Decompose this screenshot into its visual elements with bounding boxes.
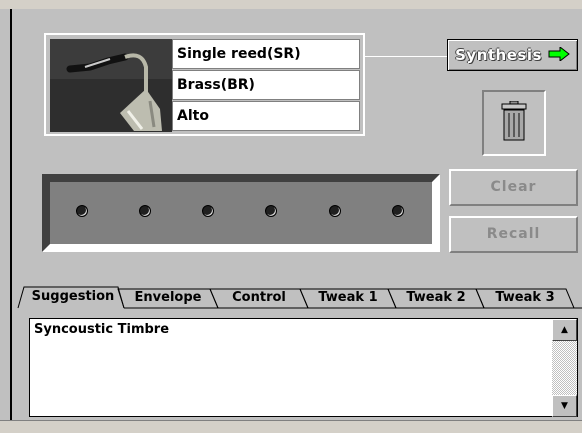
tab-tweak-1-label: Tweak 1 bbox=[318, 290, 378, 305]
scroll-up-button[interactable]: ▲ bbox=[552, 319, 577, 341]
window-bottom-strip bbox=[0, 420, 582, 433]
synthesis-button[interactable]: Synthesis bbox=[447, 39, 578, 71]
clear-button[interactable]: Clear bbox=[449, 169, 578, 206]
indicator-dot-4[interactable] bbox=[265, 205, 277, 217]
saxophone-image bbox=[50, 39, 172, 132]
tab-control[interactable]: Control bbox=[214, 289, 304, 309]
tab-control-label: Control bbox=[232, 290, 286, 305]
green-right-arrow-icon bbox=[548, 45, 570, 65]
indicator-panel bbox=[42, 174, 440, 252]
indicator-dot-5[interactable] bbox=[329, 205, 341, 217]
instrument-photo bbox=[50, 39, 172, 132]
tab-tweak-2-label: Tweak 2 bbox=[406, 290, 466, 305]
tab-suggestion[interactable]: Suggestion bbox=[25, 288, 121, 308]
tab-suggestion-label: Suggestion bbox=[31, 289, 115, 304]
indicator-dot-2[interactable] bbox=[139, 205, 151, 217]
trash-can-icon bbox=[501, 100, 527, 145]
instrument-label-type: Brass(BR) bbox=[172, 70, 360, 100]
tab-tweak-1[interactable]: Tweak 1 bbox=[304, 289, 392, 309]
tab-tweak-3[interactable]: Tweak 3 bbox=[480, 289, 570, 309]
scroll-down-button[interactable]: ▼ bbox=[552, 395, 577, 417]
window-top-strip bbox=[0, 0, 582, 9]
recall-button[interactable]: Recall bbox=[449, 216, 578, 253]
tab-tweak-2[interactable]: Tweak 2 bbox=[392, 289, 480, 309]
instrument-label-family: Single reed(SR) bbox=[172, 39, 360, 69]
synthesis-label: Synthesis bbox=[455, 46, 542, 64]
scroll-down-arrow-icon: ▼ bbox=[561, 401, 568, 411]
indicator-dot-6[interactable] bbox=[392, 205, 404, 217]
left-border bbox=[10, 9, 12, 421]
tab-envelope[interactable]: Envelope bbox=[122, 289, 214, 309]
suggestion-text: Syncoustic Timbre bbox=[34, 322, 170, 337]
connector-line bbox=[365, 56, 447, 57]
indicator-dot-3[interactable] bbox=[202, 205, 214, 217]
instrument-label-register: Alto bbox=[172, 101, 360, 131]
indicator-dot-1[interactable] bbox=[76, 205, 88, 217]
scroll-up-arrow-icon: ▲ bbox=[561, 325, 568, 335]
trash-button[interactable] bbox=[482, 90, 546, 156]
tab-envelope-label: Envelope bbox=[134, 290, 202, 305]
tab-tweak-3-label: Tweak 3 bbox=[495, 290, 555, 305]
